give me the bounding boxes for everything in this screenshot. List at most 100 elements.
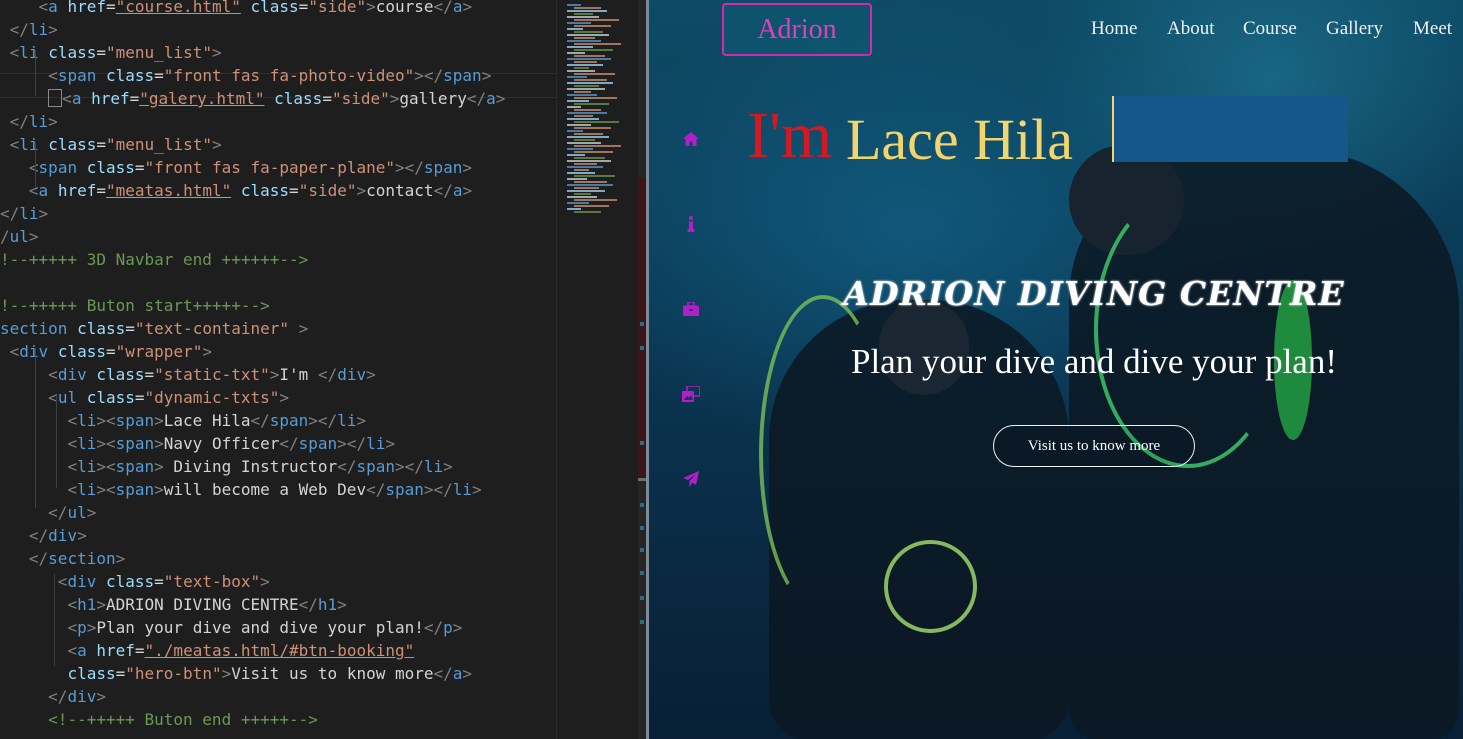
code-token: contact	[366, 181, 434, 200]
minimap-line	[567, 184, 613, 186]
minimap-line	[567, 46, 593, 48]
code-token: course	[375, 0, 434, 16]
code-line[interactable]: <a href="./meatas.html/#btn-booking"	[0, 639, 414, 662]
code-token: "hero-btn"	[125, 664, 222, 683]
nav-gallery[interactable]: Gallery	[1326, 18, 1383, 40]
code-token: <	[67, 618, 78, 637]
code-token: li	[423, 457, 444, 476]
code-line[interactable]: <div class="static-txt">I'm </div>	[0, 363, 376, 386]
minimap-line	[574, 49, 613, 51]
info-icon[interactable]	[682, 215, 700, 233]
code-line[interactable]: /ul>	[0, 225, 39, 248]
nav-meet[interactable]: Meet	[1413, 18, 1452, 40]
logo[interactable]: Adrion	[722, 3, 872, 56]
code-token: h1	[317, 595, 338, 614]
code-token: /	[0, 227, 10, 246]
code-token: will become a Web Dev	[163, 480, 367, 499]
minimap-line	[567, 124, 591, 126]
code-line[interactable]: </ul>	[0, 501, 96, 524]
code-token: ><	[96, 434, 116, 453]
code-line[interactable]: </li>	[0, 202, 48, 225]
code-line[interactable]: section class="text-container" >	[0, 317, 308, 340]
code-token: =	[96, 43, 106, 62]
code-line[interactable]: <li><span>Lace Hila</span></li>	[0, 409, 366, 432]
code-token: "front fas fa-paper-plane"	[144, 158, 395, 177]
code-token: section	[0, 319, 68, 338]
code-line[interactable]: </div>	[0, 685, 106, 708]
code-token: >	[48, 112, 58, 131]
minimap-line	[567, 106, 581, 108]
code-token: <	[62, 89, 72, 108]
code-token: <	[9, 43, 20, 62]
paper-plane-icon[interactable]	[682, 470, 700, 488]
code-line[interactable]: <p>Plan your dive and dive your plan!</p…	[0, 616, 462, 639]
nav-home[interactable]: Home	[1091, 18, 1137, 40]
minimap-line	[567, 70, 595, 72]
code-line[interactable]: </li>	[0, 18, 58, 41]
minimap-line	[574, 151, 613, 153]
code-token: ><	[96, 457, 116, 476]
code-token: </	[433, 664, 453, 683]
code-token: =	[106, 342, 116, 361]
photo-video-icon[interactable]	[682, 385, 700, 403]
minimap-line	[574, 181, 607, 183]
code-token: >	[154, 480, 164, 499]
minimap-line	[567, 40, 601, 42]
minimap-line	[574, 37, 595, 39]
code-token: li	[452, 480, 473, 499]
code-token: class	[105, 572, 155, 591]
code-line[interactable]: <a href="course.html" class="side">cours…	[0, 0, 473, 18]
code-line[interactable]: <ul class="dynamic-txts">	[0, 386, 289, 409]
code-editor[interactable]: <a href="course.html" class="side">cours…	[0, 0, 556, 739]
nav-course[interactable]: Course	[1243, 18, 1297, 40]
code-token: span	[57, 66, 97, 85]
minimap-line	[574, 211, 601, 213]
code-token: ></	[394, 457, 424, 476]
code-line[interactable]: <li><span>will become a Web Dev</span></…	[0, 478, 481, 501]
code-token: =	[134, 388, 145, 407]
minimap-line	[574, 133, 603, 135]
code-line[interactable]: <span class="front fas fa-paper-plane"><…	[0, 156, 472, 179]
minimap-line	[567, 10, 607, 12]
code-line[interactable]: <a href="galery.html" class="side">galle…	[0, 87, 505, 110]
code-line[interactable]: <li><span>Navy Officer</span></li>	[0, 432, 395, 455]
code-line[interactable]: <div class="text-box">	[0, 570, 270, 593]
code-line[interactable]: <a href="meatas.html" class="side">conta…	[0, 179, 472, 202]
code-line[interactable]: class="hero-btn">Visit us to know more</…	[0, 662, 472, 685]
code-line[interactable]: </section>	[0, 547, 125, 570]
code-line[interactable]: !--+++++ Buton start+++++-->	[0, 294, 270, 317]
code-line[interactable]: <li class="menu_list">	[0, 41, 222, 64]
code-token: a	[452, 0, 463, 16]
code-line[interactable]: <li class="menu_list">	[0, 133, 222, 156]
code-line[interactable]: </div>	[0, 524, 87, 547]
code-line[interactable]: <h1>ADRION DIVING CENTRE</h1>	[0, 593, 346, 616]
code-token: ul	[67, 503, 87, 522]
editor-scrollbar[interactable]	[638, 0, 646, 739]
nav-about[interactable]: About	[1167, 18, 1215, 40]
code-token: href	[67, 0, 106, 16]
visit-us-button[interactable]: Visit us to know more	[993, 425, 1195, 467]
code-token: >	[443, 457, 453, 476]
code-token: >	[154, 434, 164, 453]
code-token: "static-txt"	[154, 365, 270, 384]
home-icon[interactable]	[682, 130, 700, 148]
code-token: <	[9, 342, 20, 361]
scrollbar-thumb[interactable]	[638, 478, 646, 481]
code-token: >	[269, 365, 280, 384]
code-line[interactable]: <span class="front fas fa-photo-video"><…	[0, 64, 491, 87]
code-token: "side"	[298, 181, 357, 200]
code-line[interactable]: <li><span> Diving Instructor</span></li>	[0, 455, 453, 478]
code-token: "./meatas.html/#btn-booking"	[144, 641, 415, 660]
code-line[interactable]: </li>	[0, 110, 58, 133]
code-line[interactable]: <!--+++++ Buton end +++++-->	[0, 708, 318, 731]
code-token: li	[28, 20, 49, 39]
code-line[interactable]: !--+++++ 3D Navbar end ++++++-->	[0, 248, 308, 271]
code-line[interactable]: <div class="wrapper">	[0, 340, 212, 363]
minimap[interactable]	[556, 0, 639, 739]
